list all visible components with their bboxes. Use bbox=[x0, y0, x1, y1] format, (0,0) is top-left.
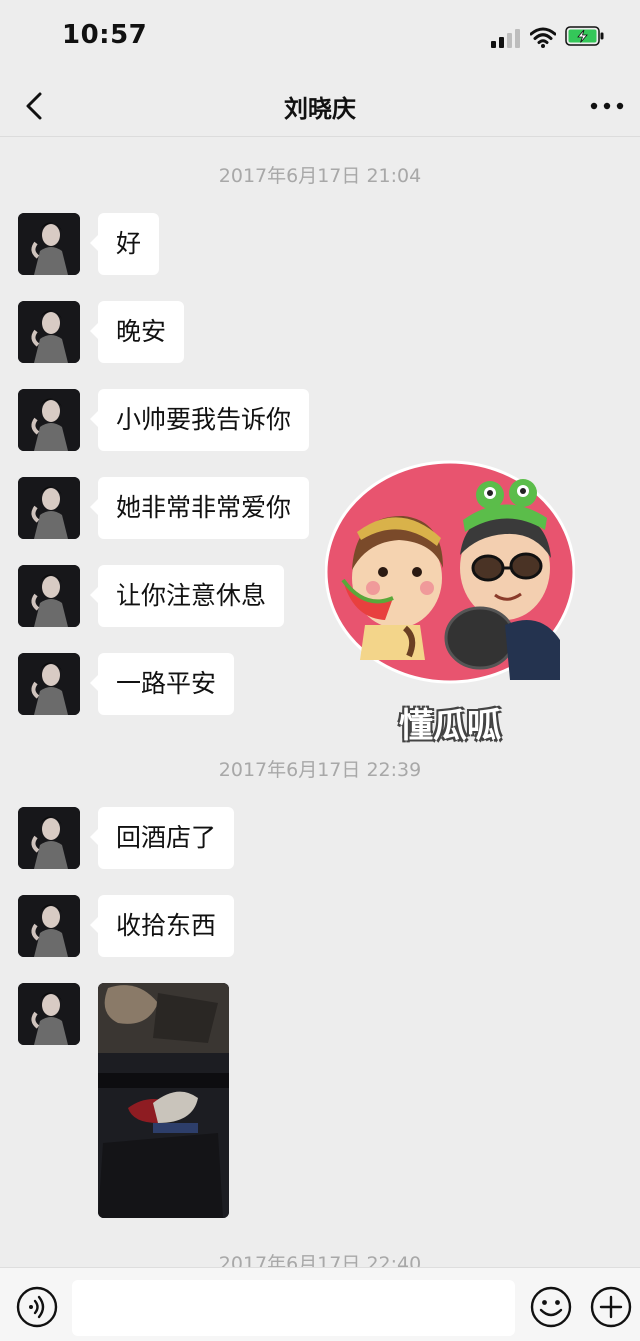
chat-title: 刘晓庆 bbox=[284, 95, 356, 123]
message-input[interactable] bbox=[72, 1280, 515, 1336]
message-bubble[interactable]: 让你注意休息 bbox=[89, 565, 285, 627]
avatar[interactable] bbox=[18, 213, 80, 275]
message-bubble[interactable]: 回酒店了 bbox=[89, 807, 235, 869]
nav-bar: 刘晓庆 bbox=[0, 76, 640, 137]
image-message[interactable] bbox=[98, 983, 229, 1218]
message-bubble[interactable]: 收拾东西 bbox=[89, 895, 235, 957]
avatar[interactable] bbox=[18, 301, 80, 363]
avatar[interactable] bbox=[18, 653, 80, 715]
avatar[interactable] bbox=[18, 983, 80, 1045]
message-bubble[interactable]: 晚安 bbox=[89, 301, 185, 363]
cellular-signal-icon bbox=[491, 28, 523, 48]
message-timestamp: 2017年6月17日 22:40 bbox=[218, 1253, 422, 1267]
message-bubble[interactable]: 她非常非常爱你 bbox=[89, 477, 310, 539]
status-time: 10:57 bbox=[62, 20, 148, 50]
input-bar bbox=[0, 1267, 640, 1341]
message-timestamp: 2017年6月17日 21:04 bbox=[218, 165, 422, 187]
message-bubble[interactable]: 一路平安 bbox=[89, 653, 235, 715]
more-dots-icon[interactable] bbox=[590, 102, 624, 110]
battery-charging-icon bbox=[565, 26, 604, 46]
avatar[interactable] bbox=[18, 477, 80, 539]
avatar[interactable] bbox=[18, 565, 80, 627]
avatar[interactable] bbox=[18, 389, 80, 451]
watermark-logo: 懂瓜呱 bbox=[324, 460, 576, 760]
plus-icon[interactable] bbox=[590, 1286, 632, 1328]
wifi-icon bbox=[530, 27, 556, 48]
message-bubble[interactable]: 好 bbox=[89, 213, 160, 275]
emoji-icon[interactable] bbox=[530, 1286, 572, 1328]
avatar[interactable] bbox=[18, 895, 80, 957]
status-bar: 10:57 bbox=[0, 0, 640, 76]
watermark-text: 懂瓜呱 bbox=[399, 706, 501, 746]
avatar[interactable] bbox=[18, 807, 80, 869]
voice-input-icon[interactable] bbox=[16, 1286, 58, 1328]
message-bubble[interactable]: 小帅要我告诉你 bbox=[89, 389, 310, 451]
